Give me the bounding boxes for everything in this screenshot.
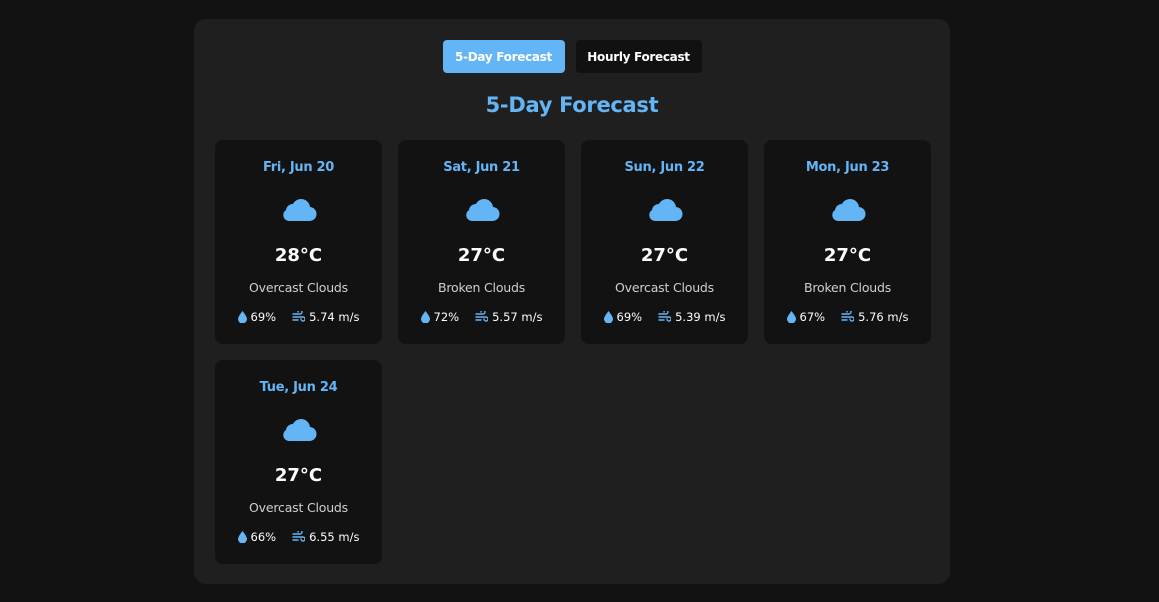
- forecast-temperature: 28°C: [274, 245, 323, 266]
- humidity-stat: 66%: [237, 530, 277, 544]
- wind-value: 5.57 m/s: [492, 310, 543, 324]
- forecast-panel: 5-Day Forecast Hourly Forecast 5-Day For…: [194, 19, 950, 584]
- humidity-value: 72%: [433, 310, 460, 324]
- forecast-description: Overcast Clouds: [615, 280, 714, 295]
- tab-hourly-forecast[interactable]: Hourly Forecast: [575, 40, 702, 73]
- forecast-temperature: 27°C: [640, 245, 689, 266]
- humidity-value: 67%: [799, 310, 826, 324]
- forecast-date: Fri, Jun 20: [262, 160, 335, 175]
- forecast-stats: 66% 6.55 m/s: [215, 530, 382, 544]
- wind-icon: [292, 311, 306, 322]
- wind-stat: 5.76 m/s: [841, 310, 908, 324]
- forecast-temperature: 27°C: [274, 465, 323, 486]
- forecast-card: Sun, Jun 22 27°C Overcast Clouds 69% 5.3…: [581, 140, 748, 344]
- humidity-value: 69%: [616, 310, 643, 324]
- cloud-icon: [283, 199, 317, 222]
- humidity-value: 69%: [250, 310, 277, 324]
- forecast-stats: 67% 5.76 m/s: [764, 310, 931, 324]
- forecast-stats: 69% 5.74 m/s: [215, 310, 382, 324]
- humidity-stat: 69%: [237, 310, 277, 324]
- humidity-stat: 72%: [420, 310, 460, 324]
- forecast-card: Tue, Jun 24 27°C Overcast Clouds 66% 6.5…: [215, 360, 382, 564]
- wind-stat: 5.74 m/s: [292, 310, 359, 324]
- wind-value: 5.39 m/s: [675, 310, 726, 324]
- forecast-temperature: 27°C: [457, 245, 506, 266]
- droplet-icon: [603, 311, 613, 323]
- wind-stat: 5.39 m/s: [658, 310, 725, 324]
- forecast-temperature: 27°C: [823, 245, 872, 266]
- wind-value: 5.76 m/s: [858, 310, 909, 324]
- cloud-icon: [466, 199, 500, 222]
- tab-5-day-forecast[interactable]: 5-Day Forecast: [442, 40, 565, 73]
- forecast-description: Overcast Clouds: [249, 500, 348, 515]
- cloud-icon: [283, 419, 317, 442]
- wind-icon: [292, 531, 306, 542]
- forecast-date: Sat, Jun 21: [443, 160, 520, 175]
- cloud-icon: [832, 199, 866, 222]
- wind-icon: [475, 311, 489, 322]
- cloud-icon: [649, 199, 683, 222]
- wind-icon: [841, 311, 855, 322]
- forecast-grid: Fri, Jun 20 28°C Overcast Clouds 69% 5.7…: [215, 140, 931, 564]
- forecast-card: Fri, Jun 20 28°C Overcast Clouds 69% 5.7…: [215, 140, 382, 344]
- wind-value: 5.74 m/s: [309, 310, 360, 324]
- forecast-description: Overcast Clouds: [249, 280, 348, 295]
- forecast-date: Mon, Jun 23: [805, 160, 890, 175]
- wind-stat: 6.55 m/s: [292, 530, 359, 544]
- wind-stat: 5.57 m/s: [475, 310, 542, 324]
- wind-value: 6.55 m/s: [309, 530, 360, 544]
- droplet-icon: [237, 531, 247, 543]
- forecast-card: Sat, Jun 21 27°C Broken Clouds 72% 5.57 …: [398, 140, 565, 344]
- forecast-stats: 69% 5.39 m/s: [581, 310, 748, 324]
- wind-icon: [658, 311, 672, 322]
- forecast-date: Sun, Jun 22: [624, 160, 705, 175]
- humidity-stat: 67%: [786, 310, 826, 324]
- forecast-tabs: 5-Day Forecast Hourly Forecast: [194, 40, 950, 73]
- section-title: 5-Day Forecast: [485, 93, 659, 117]
- forecast-date: Tue, Jun 24: [259, 380, 338, 395]
- humidity-stat: 69%: [603, 310, 643, 324]
- forecast-description: Broken Clouds: [803, 280, 892, 295]
- droplet-icon: [237, 311, 247, 323]
- droplet-icon: [786, 311, 796, 323]
- forecast-card: Mon, Jun 23 27°C Broken Clouds 67% 5.76 …: [764, 140, 931, 344]
- forecast-description: Broken Clouds: [437, 280, 526, 295]
- humidity-value: 66%: [250, 530, 277, 544]
- forecast-stats: 72% 5.57 m/s: [398, 310, 565, 324]
- droplet-icon: [420, 311, 430, 323]
